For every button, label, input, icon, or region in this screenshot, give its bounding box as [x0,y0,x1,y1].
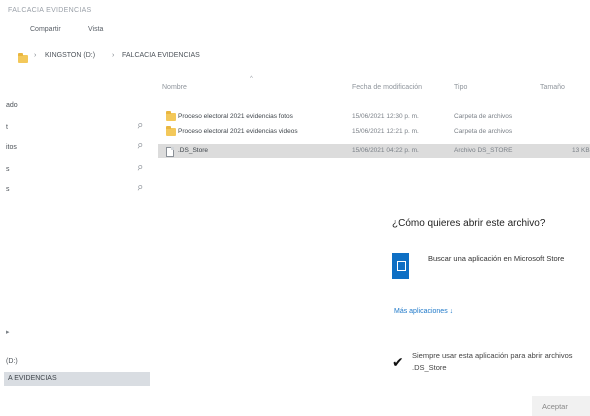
file-name: Proceso electoral 2021 evidencias fotos [178,113,293,120]
address-bar[interactable]: › KINGSTON (D:) › FALCACIA EVIDENCIAS [0,48,470,68]
column-header-date[interactable]: Fecha de modificación [352,84,422,91]
store-icon[interactable] [392,253,409,279]
file-name: .DS_Store [178,147,208,154]
file-row-selected[interactable]: .DS_Store 15/06/2021 04:22 p. m. Archivo… [158,144,590,158]
file-icon [166,147,174,157]
file-type: Carpeta de archivos [454,128,513,135]
ok-button[interactable]: Aceptar [532,396,590,416]
file-type: Carpeta de archivos [454,113,513,120]
tab-vista[interactable]: Vista [88,26,103,33]
store-option-label[interactable]: Buscar una aplicación en Microsoft Store [428,254,564,263]
sort-caret-icon: ^ [250,76,253,82]
file-list: ^ Nombre Fecha de modificación Tipo Tama… [158,76,590,178]
file-row[interactable]: Proceso electoral 2021 evidencias fotos … [158,110,590,124]
column-header-size[interactable]: Tamaño [540,84,565,91]
column-header-name[interactable]: Nombre [162,84,187,91]
sidebar-item-selected[interactable]: A EVIDENCIAS [4,372,150,386]
sidebar-item[interactable]: ado [6,102,18,109]
file-size: 13 KB [572,147,590,154]
pin-icon: ⚲ [135,164,144,173]
sidebar-item[interactable]: s [6,166,10,173]
sidebar-item[interactable]: s [6,186,10,193]
dialog-heading: ¿Cómo quieres abrir este archivo? [392,218,546,229]
file-date: 15/06/2021 04:22 p. m. [352,147,419,154]
pin-icon: ⚲ [135,122,144,131]
window-title: FALCACIA EVIDENCIAS [8,7,92,14]
file-type: Archivo DS_STORE [454,147,513,154]
always-use-checkbox[interactable]: ✔ [392,355,406,369]
file-row[interactable]: Proceso electoral 2021 evidencias videos… [158,125,590,139]
expand-arrow-icon[interactable]: ▸ [6,328,10,336]
folder-icon [166,111,176,121]
pin-icon: ⚲ [135,142,144,151]
breadcrumb-drive[interactable]: KINGSTON (D:) [45,52,95,59]
sidebar-item-drive[interactable]: (D:) [6,358,18,365]
navigation-pane: ado t ⚲ itos ⚲ s ⚲ s ⚲ ▸ (D:) A EVIDENCI… [0,70,152,416]
title-bar: FALCACIA EVIDENCIAS [0,0,590,22]
pin-icon: ⚲ [135,184,144,193]
folder-icon [18,53,28,63]
open-with-dialog: ¿Cómo quieres abrir este archivo? Buscar… [378,190,590,416]
file-date: 15/06/2021 12:30 p. m. [352,113,419,120]
breadcrumb-folder[interactable]: FALCACIA EVIDENCIAS [122,52,200,59]
column-header-type[interactable]: Tipo [454,84,467,91]
tab-compartir[interactable]: Compartir [30,26,61,33]
always-use-label: Siempre usar esta aplicación para abrir … [412,351,573,372]
folder-icon [166,126,176,136]
ribbon-tabs: Compartir Vista [0,22,470,38]
breadcrumb-separator: › [34,52,37,59]
breadcrumb-separator: › [112,52,115,59]
sidebar-item-label: A EVIDENCIAS [8,375,57,382]
file-date: 15/06/2021 12:21 p. m. [352,128,419,135]
sidebar-item[interactable]: t [6,124,8,131]
more-apps-link[interactable]: Más aplicaciones ↓ [394,308,453,315]
file-name: Proceso electoral 2021 evidencias videos [178,128,298,135]
sidebar-item[interactable]: itos [6,144,17,151]
